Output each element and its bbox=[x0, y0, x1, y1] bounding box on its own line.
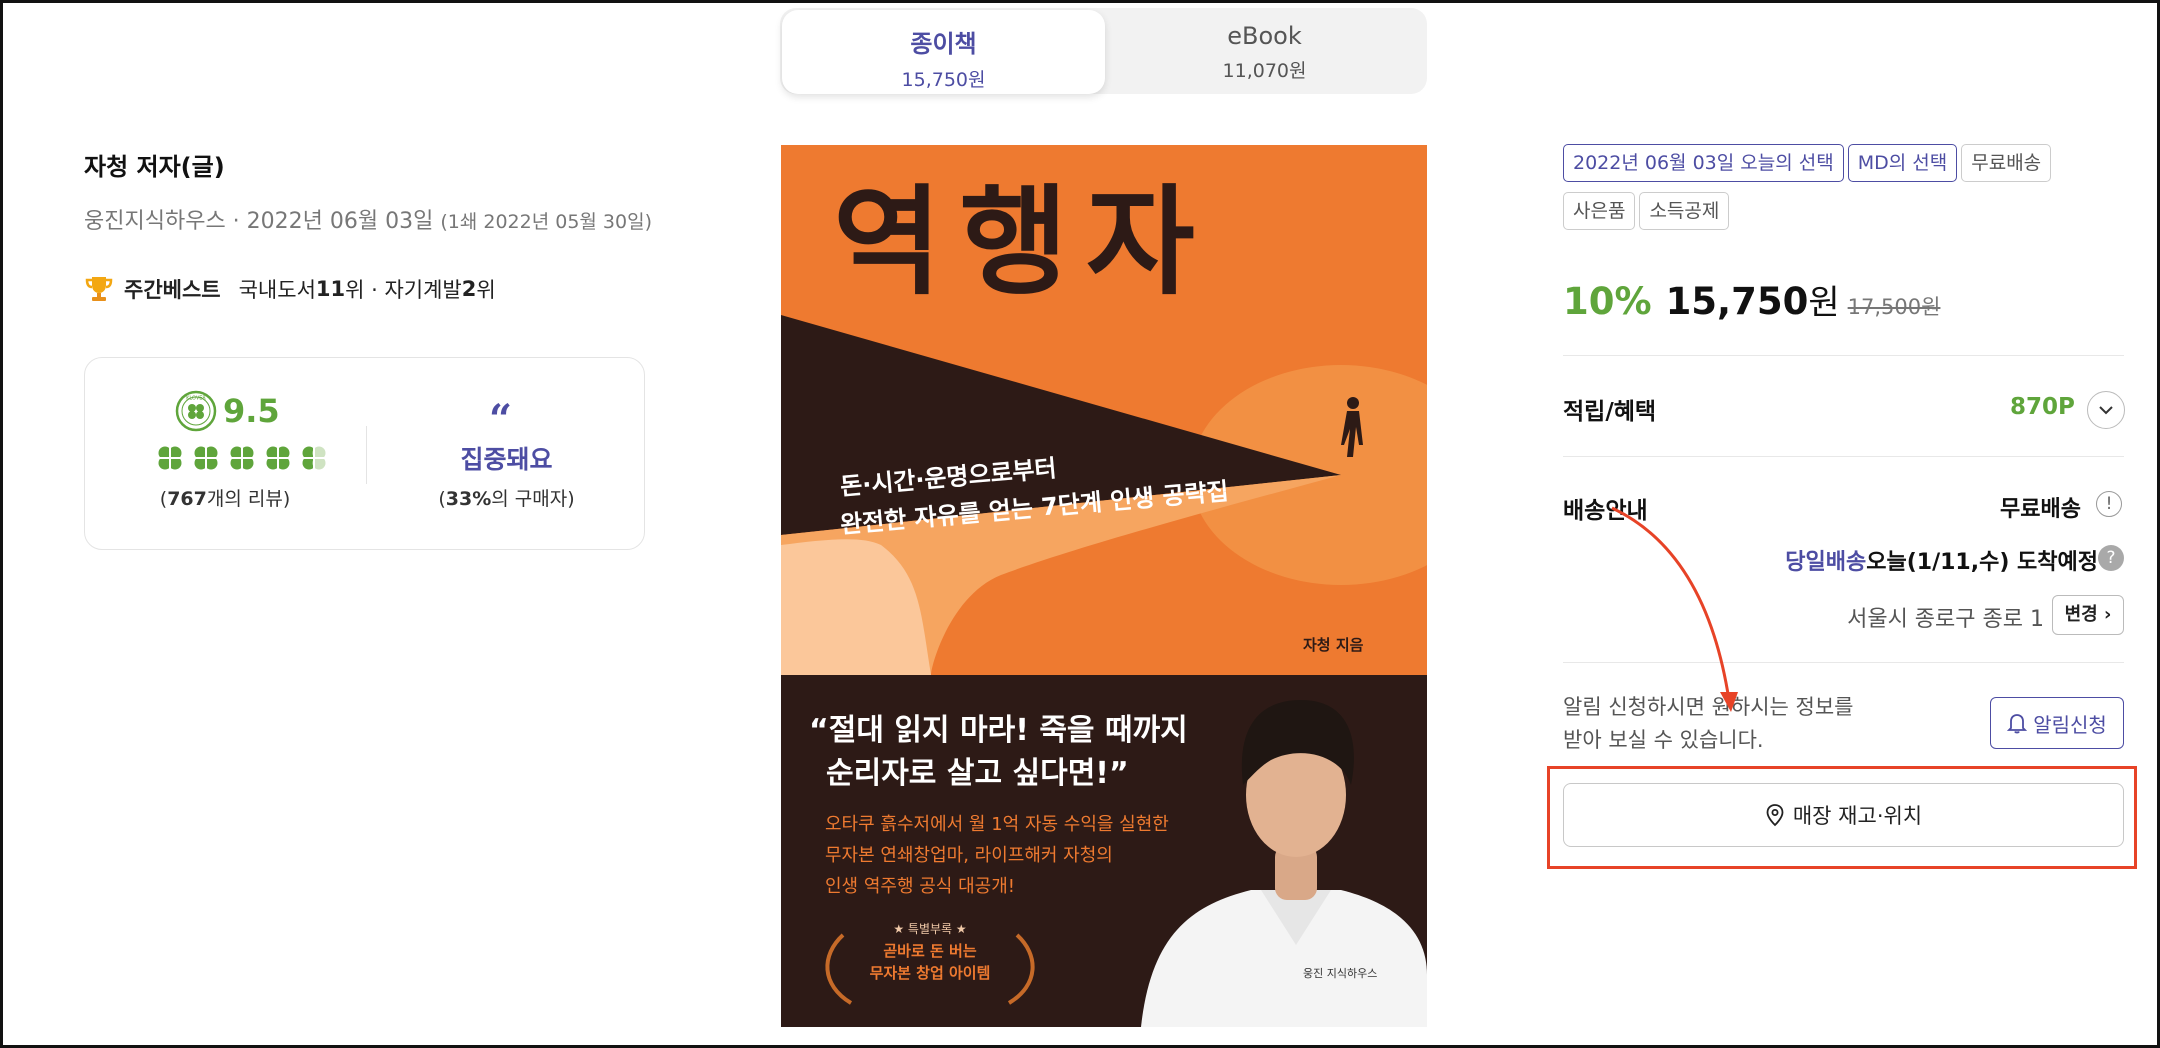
tab-price: 15,750원 bbox=[901, 69, 986, 91]
cover-desc-3: 인생 역주행 공식 대공개! bbox=[825, 876, 1015, 897]
format-tabs: 종이책 15,750원 eBook 11,070원 bbox=[780, 8, 1427, 94]
badge-tax-deduction: 소득공제 bbox=[1639, 192, 1730, 230]
tab-ebook[interactable]: eBook 11,070원 bbox=[1103, 8, 1426, 94]
badge-free-shipping: 무료배송 bbox=[1961, 144, 2052, 182]
tab-price: 11,070원 bbox=[1222, 60, 1307, 82]
author-link[interactable]: 자청 저자(글) bbox=[84, 147, 225, 182]
delivery-address: 서울시 종로구 종로 1 bbox=[1847, 607, 2044, 632]
delivery-estimate: 당일배송오늘(1/11,수) 도착예정 bbox=[1785, 544, 2098, 576]
chevron-down-icon bbox=[2099, 406, 2113, 415]
category-rank: 2 bbox=[461, 277, 477, 301]
cover-desc-1: 오타쿠 흙수저에서 월 1억 자동 수익을 실현한 bbox=[825, 814, 1169, 835]
review-count-number: 767 bbox=[167, 488, 207, 510]
domestic-prefix: 국내도서 bbox=[238, 278, 316, 302]
domestic-suffix: 위 · 자기계발 bbox=[345, 278, 462, 302]
rating-card: KLOVER 9.5 (767개의 리뷰) “ 집중돼요 (33%의 구매자) bbox=[84, 357, 645, 550]
cover-bonus-label: ★ 특별부록 ★ bbox=[893, 922, 966, 936]
emotion-keyword: 집중돼요 bbox=[460, 445, 553, 474]
cover-desc-2: 무자본 연쇄창업마, 라이프해커 자청의 bbox=[825, 845, 1113, 866]
notify-label: 알림신청 bbox=[2033, 712, 2107, 737]
bell-icon bbox=[2007, 714, 2028, 734]
cover-bonus-3: 무자본 창업 아이템 bbox=[870, 964, 991, 982]
book-cover-image[interactable]: 역행자 돈·시간·운명으로부터 완전한 자유를 얻는 7단계 인생 공략집 자청… bbox=[781, 145, 1427, 1027]
bestseller-rank[interactable]: 주간베스트 국내도서 11 위 · 자기계발 2위 bbox=[84, 274, 496, 304]
badge-md-pick[interactable]: MD의 선택 bbox=[1847, 144, 1958, 182]
klover-badge-icon: KLOVER bbox=[175, 390, 217, 432]
help-icon[interactable]: ? bbox=[2098, 545, 2124, 571]
notify-line-1: 알림 신청하시면 원하시는 정보를 bbox=[1563, 695, 1854, 719]
score-row: KLOVER 9.5 bbox=[175, 390, 280, 432]
price-unit: 원 bbox=[1808, 283, 1840, 323]
klover-badge-text: KLOVER bbox=[186, 396, 206, 402]
notify-line-2: 받아 보실 수 있습니다. bbox=[1563, 728, 1764, 752]
discount-rate: 10% bbox=[1563, 280, 1652, 323]
cover-publisher-logo: 웅진 지식하우스 bbox=[1303, 966, 1377, 980]
review-suffix: 개의 리뷰) bbox=[206, 488, 291, 510]
cover-title: 역행자 bbox=[833, 173, 1213, 311]
benefits-expand-button[interactable] bbox=[2087, 391, 2125, 429]
clover-icon bbox=[194, 446, 218, 470]
first-print-date: (1쇄 2022년 05월 30일) bbox=[440, 211, 653, 233]
publisher-date[interactable]: 웅진지식하우스 · 2022년 06월 03일 bbox=[84, 209, 433, 234]
reward-points: 870P bbox=[2010, 394, 2075, 420]
emotion-suffix: 의 구매자) bbox=[491, 488, 575, 510]
change-address-button[interactable]: 변경 › bbox=[2052, 595, 2124, 635]
cover-author: 자청 지음 bbox=[1303, 636, 1364, 654]
publisher-info: 웅진지식하우스 · 2022년 06월 03일 (1쇄 2022년 05월 30… bbox=[84, 203, 652, 235]
tab-label: eBook bbox=[1227, 22, 1302, 50]
clover-icon bbox=[230, 446, 254, 470]
badge-todays-pick[interactable]: 2022년 06월 03일 오늘의 선택 bbox=[1563, 144, 1844, 182]
notify-description: 알림 신청하시면 원하시는 정보를 받아 보실 수 있습니다. bbox=[1563, 691, 1854, 757]
clover-half-icon bbox=[302, 446, 326, 470]
price-row: 10% 15,750 원 17,500원 bbox=[1563, 275, 1940, 324]
change-label: 변경 bbox=[2064, 604, 2098, 625]
clover-icon bbox=[158, 446, 182, 470]
trophy-icon bbox=[85, 277, 113, 301]
cover-quote-1: “절대 읽지 마라! 죽을 때까지 bbox=[809, 713, 1188, 748]
sale-price: 15,750 bbox=[1665, 280, 1809, 323]
annotation-highlight-box bbox=[1547, 766, 2137, 869]
clover-icon bbox=[266, 446, 290, 470]
notify-button[interactable]: 알림신청 bbox=[1990, 697, 2124, 749]
book-cover-art: 역행자 돈·시간·운명으로부터 완전한 자유를 얻는 7단계 인생 공략집 자청… bbox=[781, 145, 1427, 1027]
info-icon[interactable]: ! bbox=[2096, 491, 2122, 517]
badge-gift[interactable]: 사은품 bbox=[1563, 192, 1636, 230]
emotion-pct-value: 33% bbox=[445, 488, 492, 510]
chevron-right-icon: › bbox=[2103, 604, 2112, 625]
badge-list: 2022년 06월 03일 오늘의 선택 MD의 선택 무료배송 사은품 소득공제 bbox=[1563, 144, 2123, 240]
review-score-section[interactable]: KLOVER 9.5 (767개의 리뷰) bbox=[85, 358, 365, 551]
bestseller-label: 주간베스트 bbox=[124, 278, 221, 302]
tab-paper-book[interactable]: 종이책 15,750원 bbox=[782, 10, 1105, 94]
quote-icon: “ bbox=[489, 396, 513, 443]
cover-quote-2: 순리자로 살고 싶다면!” bbox=[826, 756, 1129, 791]
category-suffix: 위 bbox=[476, 278, 496, 302]
emotion-percentage: (33%의 구매자) bbox=[367, 484, 646, 511]
shipping-label: 배송안내 bbox=[1563, 498, 1648, 524]
clover-rating bbox=[155, 443, 329, 473]
sameday-label: 당일배송 bbox=[1785, 550, 1867, 575]
divider bbox=[1563, 456, 2124, 457]
emotion-prefix: ( bbox=[438, 488, 446, 510]
divider bbox=[1563, 355, 2124, 356]
original-price: 17,500원 bbox=[1847, 295, 1941, 319]
arrival-date: 오늘(1/11,수) 도착예정 bbox=[1866, 550, 2098, 575]
tab-label: 종이책 bbox=[910, 30, 977, 58]
domestic-rank: 11 bbox=[315, 277, 346, 301]
review-count: (767개의 리뷰) bbox=[85, 484, 365, 511]
benefits-label: 적립/혜택 bbox=[1563, 399, 1657, 425]
divider bbox=[1563, 662, 2124, 663]
cover-bonus-2: 곧바로 돈 버는 bbox=[883, 942, 976, 960]
rating-score: 9.5 bbox=[223, 392, 280, 430]
shipping-free: 무료배송 bbox=[2000, 497, 2081, 522]
emotion-keyword-section[interactable]: “ 집중돼요 (33%의 구매자) bbox=[367, 358, 646, 551]
